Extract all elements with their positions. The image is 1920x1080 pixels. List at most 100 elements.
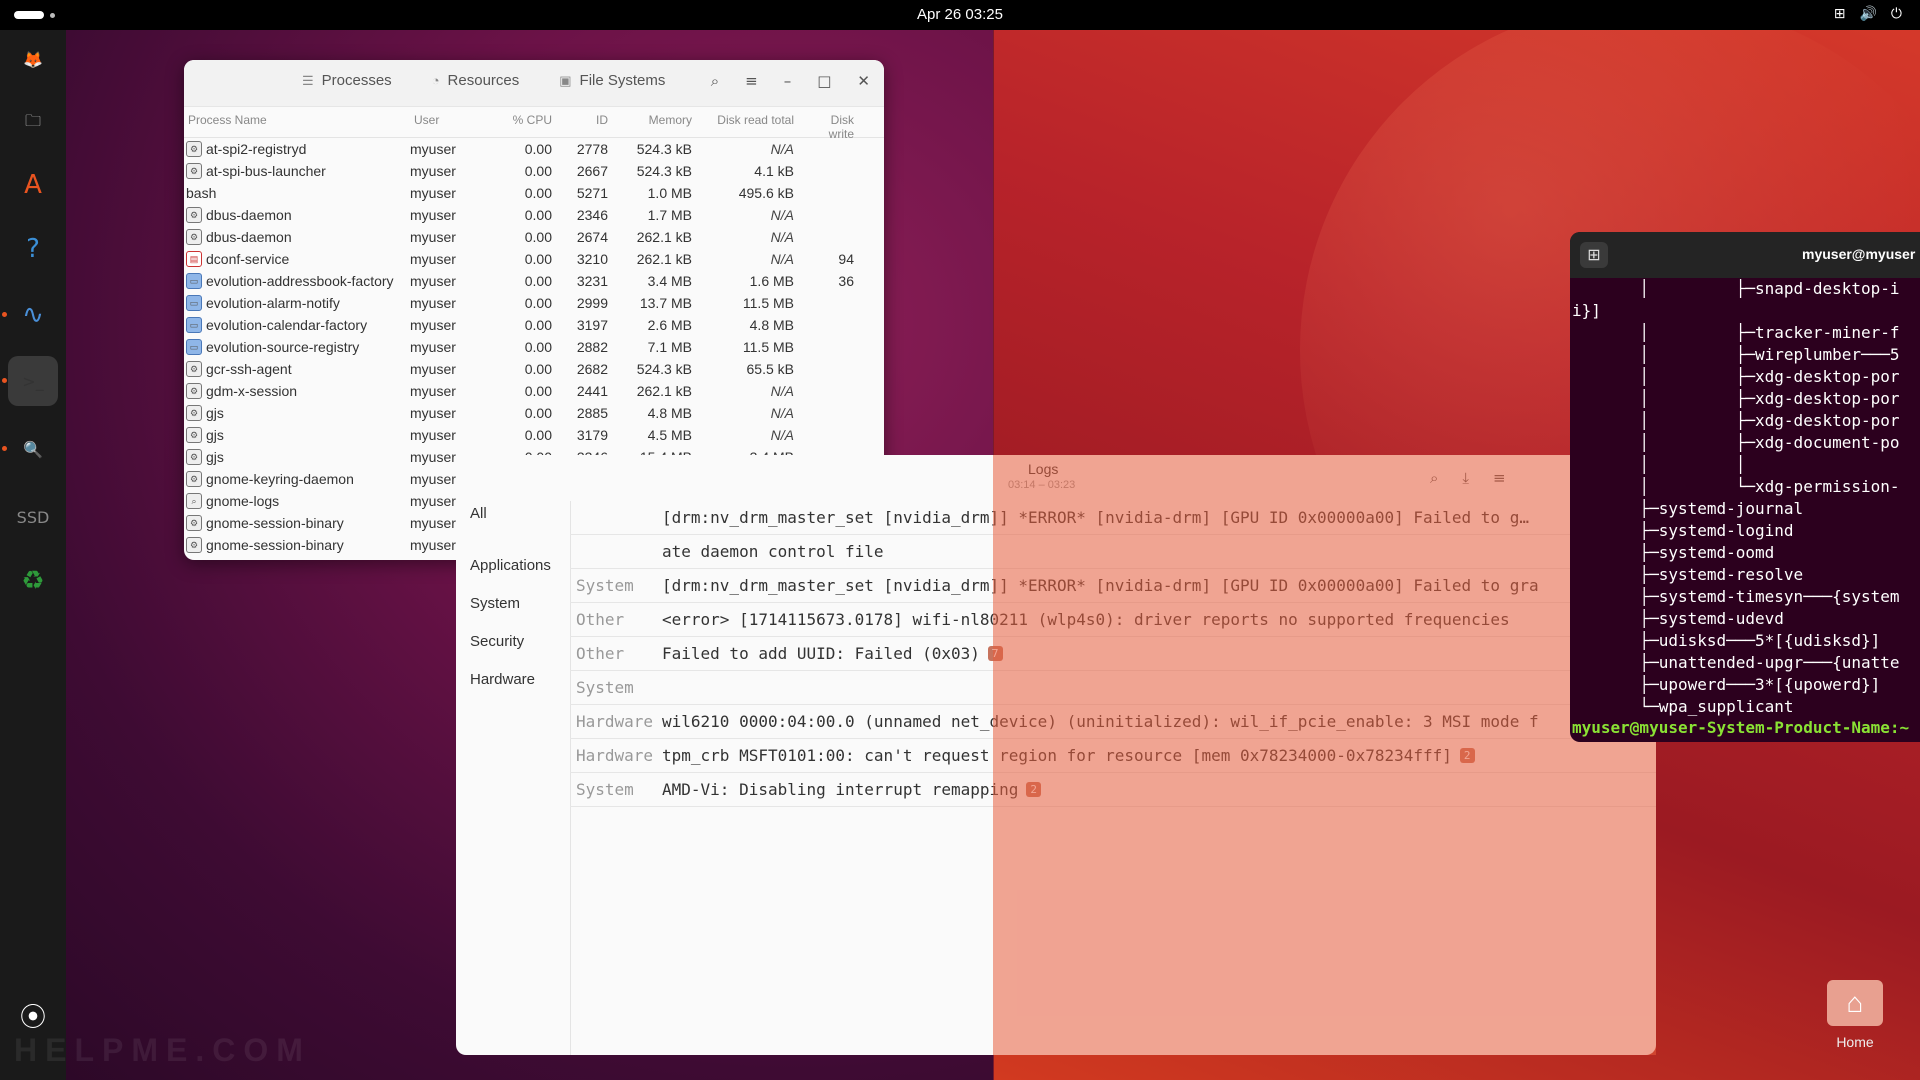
process-name: evolution-calendar-factory [206,317,368,333]
dock-app-center-icon[interactable]: A [8,160,58,210]
logs-category-sidebar: All Applications System Security Hardwar… [456,501,571,1055]
process-name: gnome-logs [206,493,280,509]
table-row[interactable]: ▭ evolution-calendar-factory myuser 0.00 319… [184,314,884,336]
cell-id: 3197 [576,317,608,333]
category-hardware[interactable]: Hardware [470,671,535,688]
process-name: gnome-session-binary [206,515,344,531]
column-id[interactable]: ID [560,113,616,141]
column-disk-write[interactable]: Disk write [802,113,862,141]
terminal-header: ⊞ myuser@myuser [1570,232,1920,278]
category-system[interactable]: System [470,595,520,612]
search-icon[interactable]: ⌕ [711,72,719,90]
dock-system-monitor-icon[interactable]: ∿ [8,290,58,340]
menu-icon[interactable]: ≡ [745,72,758,90]
cell-read: 11.5 MB [742,339,794,355]
terminal-output[interactable]: │ ├─snapd-desktop-i i}] │ ├─tracker-mine… [1570,278,1920,718]
system-tray[interactable]: ⊞ 🔊 ⏻ [1834,6,1902,22]
table-row[interactable]: ▭ evolution-alarm-notify myuser 0.00 2999 13.… [184,292,884,314]
category-all[interactable]: All [470,505,487,522]
table-row[interactable]: ⚙ gjs myuser 0.00 3179 4.5 MB N/A [184,424,884,446]
column-user[interactable]: User [410,113,500,141]
process-name-cell: ⚙ gnome-session-binary [184,515,410,531]
system-monitor-header: ☰ Processes ◔ Resources ▣ File Systems ⌕ ≡ … [184,60,884,107]
process-name: evolution-source-registry [206,339,360,355]
log-entry[interactable]: Other Failed to add UUID: Failed (0x03) 7 [570,637,1656,671]
log-entry[interactable]: Hardware wil6210 0000:04:00.0 (unnamed ne… [570,705,1656,739]
export-icon[interactable]: ⤓ [1462,469,1469,487]
table-row[interactable]: ⚙ gjs myuser 0.00 2885 4.8 MB N/A [184,402,884,424]
list-icon: ☰ [302,72,314,88]
cell-mem: 524.3 kB [636,361,692,377]
dock-terminal-icon[interactable]: >_ [8,356,58,406]
table-row[interactable]: ⚙ at-spi2-registryd myuser 0.00 2778 524.3 kB… [184,138,884,160]
cell-write: 36 [838,273,854,289]
log-message: ate daemon control file [662,542,884,561]
tab-processes[interactable]: ☰ Processes [302,72,392,89]
tab-label: File Systems [579,72,666,89]
log-message: [drm:nv_drm_master_set [nvidia_drm]] *ER… [662,508,1529,527]
log-entry[interactable]: System [drm:nv_drm_master_set [nvidia_drm… [570,569,1656,603]
log-entry[interactable]: System [570,671,1656,705]
process-gear-icon: ⚙ [186,229,202,245]
search-icon[interactable]: ⌕ [1430,469,1438,487]
log-entry[interactable]: System AMD-Vi: Disabling interrupt remapp… [570,773,1656,807]
minimize-icon[interactable]: – [784,72,792,90]
table-row[interactable]: ⚙ gcr-ssh-agent myuser 0.00 2682 524.3 kB 65.5… [184,358,884,380]
log-entries: [drm:nv_drm_master_set [nvidia_drm]] *ER… [570,501,1656,807]
cell-id: 2882 [576,339,608,355]
table-row[interactable]: ▤ dconf-service myuser 0.00 3210 262.1 kB N/A 9… [184,248,884,270]
menu-icon[interactable]: ≡ [1493,469,1506,487]
process-name-cell: ▤ dconf-service [184,251,410,267]
volume-icon[interactable]: 🔊 [1859,6,1876,22]
table-row[interactable]: ⚙ gdm-x-session myuser 0.00 2441 262.1 kB N/A [184,380,884,402]
dock-ssd-icon[interactable]: SSD [8,492,58,542]
process-name-cell: ▭ evolution-addressbook-factory [184,273,410,289]
process-app-icon: ▭ [186,273,202,289]
clock[interactable]: Apr 26 03:25 [0,6,1920,23]
dock-help-icon[interactable]: ? [8,224,58,274]
log-entry[interactable]: Hardware tpm_crb MSFT0101:00: can't reque… [570,739,1656,773]
table-row[interactable]: >_bashmyuser 0.00 5271 1.0 MB 495.6 kB [184,182,884,204]
category-applications[interactable]: Applications [470,557,551,574]
logs-title[interactable]: Logs [1028,461,1058,477]
network-icon[interactable]: ⊞ [1834,6,1846,22]
cell-read: 65.5 kB [746,361,794,377]
table-row[interactable]: ▭ evolution-addressbook-factory myuser 0.00… [184,270,884,292]
log-entry[interactable]: [drm:nv_drm_master_set [nvidia_drm]] *ER… [570,501,1656,535]
table-row[interactable]: ⚙ dbus-daemon myuser 0.00 2674 262.1 kB N/A [184,226,884,248]
log-entry[interactable]: Other <error> [1714115673.0178] wifi-nl80… [570,603,1656,637]
tab-resources[interactable]: ◔ Resources [432,72,520,89]
terminal-prompt[interactable]: myuser@myuser-System-Product-Name:~ [1570,718,1920,737]
header-buttons: ⌕ ≡ – □ ✕ [711,72,870,90]
dock-trash-icon[interactable]: ♻ [8,556,58,606]
tab-file-systems[interactable]: ▣ File Systems [559,72,665,89]
column-cpu[interactable]: % CPU [500,113,560,141]
table-row[interactable]: ⚙ at-spi-bus-launcher myuser 0.00 2667 524.3 … [184,160,884,182]
cell-user: myuser [410,339,456,355]
new-tab-icon[interactable]: ⊞ [1580,242,1608,268]
dock-logs-icon[interactable]: 🔍 [8,424,58,474]
log-category: Hardware [576,712,654,731]
dock-firefox-icon[interactable]: 🦊 [8,34,58,84]
cell-mem: 1.0 MB [647,185,692,201]
logs-header: Logs 03:14 – 03:23 ⌕ ⤓ ≡ [456,455,1656,501]
repeat-count-badge: 7 [987,646,1003,661]
dock-files-icon[interactable]: 🗀 [8,98,58,148]
maximize-icon[interactable]: □ [817,72,831,90]
cell-id: 3231 [576,273,608,289]
column-memory[interactable]: Memory [616,113,700,141]
table-row[interactable]: ⚙ dbus-daemon myuser 0.00 2346 1.7 MB N/A [184,204,884,226]
power-icon[interactable]: ⏻ [1891,6,1902,22]
column-disk-read[interactable]: Disk read total [700,113,802,141]
cell-cpu: 0.00 [524,141,552,157]
column-process-name[interactable]: Process Name [184,113,410,141]
home-folder-desktop-icon[interactable]: ⌂ Home [1820,980,1890,1050]
logs-glyph: 🔍 [23,439,43,459]
close-icon[interactable]: ✕ [857,72,870,90]
table-row[interactable]: ▭ evolution-source-registry myuser 0.00 2882… [184,336,884,358]
log-entry[interactable]: ate daemon control file [570,535,1656,569]
category-security[interactable]: Security [470,633,524,650]
process-app-icon: ▭ [186,295,202,311]
cell-cpu: 0.00 [524,383,552,399]
process-conf-icon: ▤ [186,251,202,267]
